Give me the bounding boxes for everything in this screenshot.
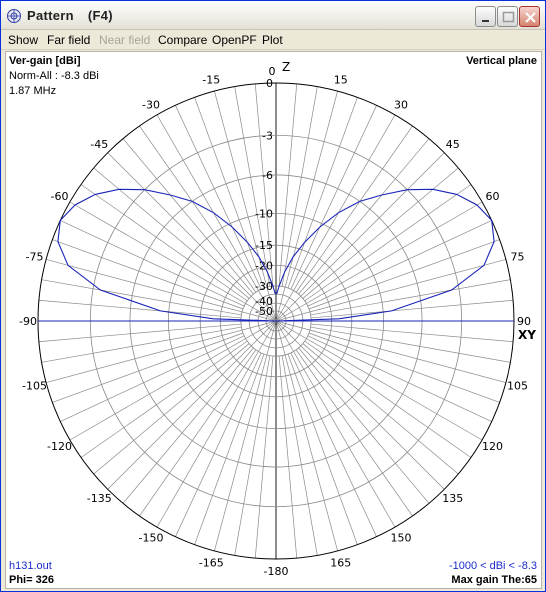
- menu-near-field: Near field: [99, 33, 151, 47]
- angle-label: 135: [442, 492, 463, 505]
- grid-spoke: [275, 259, 506, 322]
- grid-spoke: [46, 259, 277, 322]
- window-title-shortcut: (F4): [87, 8, 113, 23]
- grid-spoke: [295, 125, 413, 293]
- grid-spoke: [122, 347, 254, 504]
- grid-spoke: [275, 91, 338, 322]
- window-title-name: Pattern: [27, 8, 74, 23]
- grid-spoke: [290, 105, 377, 290]
- max-gain: Max gain The:65: [451, 574, 537, 586]
- close-button[interactable]: [519, 6, 540, 27]
- menu-show[interactable]: Show: [8, 33, 38, 47]
- angle-label: 75: [510, 250, 524, 263]
- angle-label: -60: [51, 190, 69, 203]
- app-icon: [7, 9, 21, 23]
- ring-label: -6: [262, 169, 273, 182]
- plane-label: Vertical plane: [466, 55, 537, 67]
- grid-spoke: [298, 138, 430, 295]
- grid-spoke: [304, 340, 472, 458]
- ring-label: -10: [255, 207, 273, 220]
- angle-label: 165: [330, 556, 351, 569]
- grid-spoke: [93, 167, 250, 299]
- angle-label: -90: [19, 315, 37, 328]
- norm-value: Norm-All : -8.3 dBi: [9, 70, 99, 82]
- grid-spoke: [302, 167, 459, 299]
- menu-openpf[interactable]: OpenPF: [212, 33, 257, 47]
- ring-label: -50: [255, 305, 273, 318]
- angle-label: 15: [334, 74, 348, 87]
- grid-spoke: [93, 343, 250, 475]
- grid-spoke: [175, 105, 262, 290]
- menu-bar: Show Far field Near field Compare OpenPF…: [1, 30, 545, 50]
- grid-spoke: [295, 349, 413, 517]
- angle-label: -135: [87, 492, 112, 505]
- grid-spoke: [290, 352, 377, 537]
- grid-spoke: [304, 184, 472, 302]
- angle-label: -15: [202, 74, 220, 87]
- grid-spoke: [214, 320, 277, 551]
- grid-spoke: [275, 320, 506, 383]
- pattern-window: Pattern (F4) Show Far field Near field Co…: [0, 0, 546, 592]
- grid-spoke: [60, 220, 245, 307]
- grid-spoke: [80, 340, 248, 458]
- grid-spoke: [139, 125, 257, 293]
- angle-label: 45: [446, 138, 460, 151]
- grid-spoke: [254, 355, 274, 559]
- axis-label-z: Z: [282, 60, 290, 74]
- grid-spoke: [310, 323, 514, 343]
- grid-spoke: [46, 320, 277, 383]
- angle-label: 90: [517, 315, 531, 328]
- menu-far-field[interactable]: Far field: [47, 33, 90, 47]
- angle-label: -120: [47, 440, 72, 453]
- grid-spoke: [175, 352, 262, 537]
- angle-label: -45: [90, 138, 108, 151]
- angle-label: -165: [199, 556, 224, 569]
- polar-plot: 0-3-6-10-15-20-30-40-50 0153045607590105…: [19, 60, 536, 578]
- axis-label-xy: XY: [518, 328, 536, 342]
- gain-label: Ver-gain [dBi]: [9, 55, 81, 67]
- minimize-icon: [482, 20, 489, 22]
- ring-label: -15: [255, 239, 273, 252]
- grid-spoke: [307, 220, 492, 307]
- angle-label: 0: [269, 65, 276, 78]
- angle-label: -180: [264, 565, 289, 578]
- ring-label: -30: [255, 280, 273, 293]
- angle-label: 120: [482, 440, 503, 453]
- grid-spoke: [38, 299, 242, 319]
- angle-label: -150: [139, 532, 164, 545]
- title-bar[interactable]: Pattern (F4): [1, 1, 545, 30]
- grid-spoke: [38, 323, 242, 343]
- phi-value: Phi= 326: [9, 574, 54, 586]
- grid-spoke: [298, 347, 430, 504]
- angle-label: -105: [22, 380, 47, 393]
- maximize-button[interactable]: [497, 6, 518, 27]
- angle-label: -75: [26, 250, 44, 263]
- grid-spoke: [80, 184, 248, 302]
- pattern-canvas[interactable]: 0 -3 -6 -10 -15 -20 -30 -40 -50 0 15 30 45 60 75 90 105…: [5, 51, 542, 589]
- angle-label: 30: [394, 98, 408, 111]
- grid-spoke: [278, 355, 298, 559]
- window-title: Pattern (F4): [27, 8, 113, 23]
- gain-range: -1000 < dBi < -8.3: [448, 560, 537, 572]
- grid-spoke: [275, 320, 338, 551]
- ring-label: -3: [262, 129, 273, 142]
- maximize-icon: [502, 11, 515, 23]
- grid-spoke: [307, 335, 492, 422]
- angle-label: 150: [391, 532, 412, 545]
- angle-label: 105: [507, 380, 528, 393]
- grid-spoke: [302, 343, 459, 475]
- angle-label: -30: [142, 98, 160, 111]
- close-icon: [525, 12, 536, 23]
- menu-plot[interactable]: Plot: [262, 33, 283, 47]
- grid-spoke: [139, 349, 257, 517]
- grid-spoke: [310, 299, 514, 319]
- minimize-button[interactable]: [475, 6, 496, 27]
- frequency-value: 1.87 MHz: [9, 85, 57, 97]
- file-name: h131.out: [9, 560, 52, 572]
- angle-label: 60: [486, 190, 500, 203]
- grid-spoke: [122, 138, 254, 295]
- ring-label: 0: [266, 77, 273, 90]
- grid-spoke: [60, 335, 245, 422]
- menu-compare[interactable]: Compare: [158, 33, 207, 47]
